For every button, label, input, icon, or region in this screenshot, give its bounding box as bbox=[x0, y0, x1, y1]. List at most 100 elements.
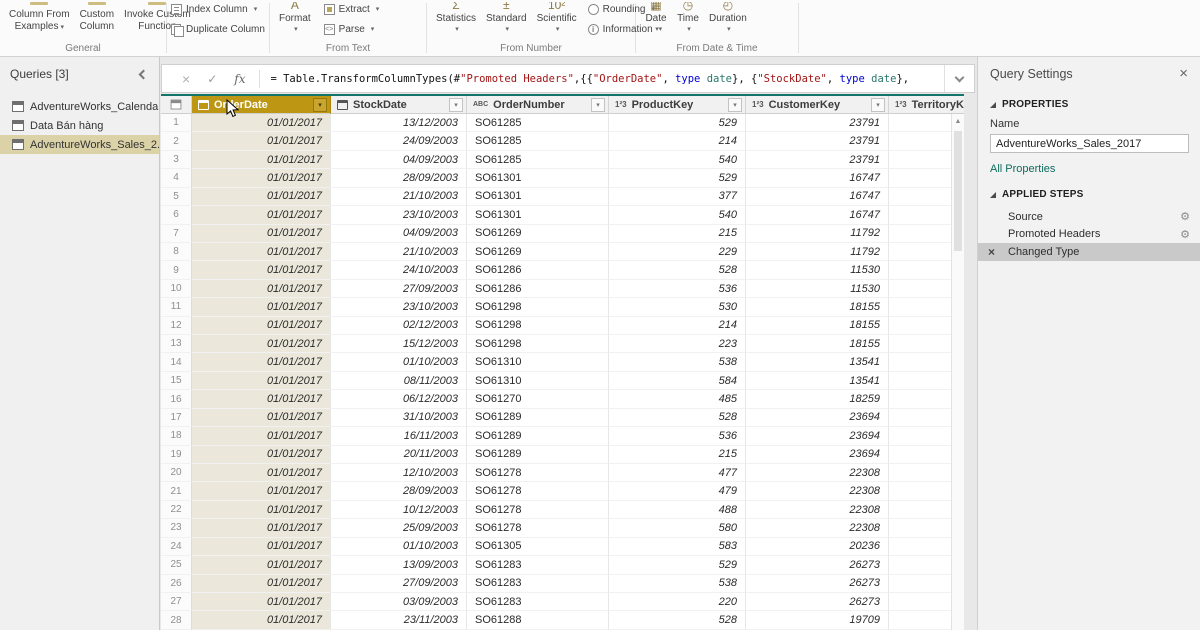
cell[interactable]: 538 bbox=[609, 353, 746, 372]
cell[interactable]: 01/01/2017 bbox=[192, 445, 331, 465]
row-number[interactable]: 28 bbox=[161, 611, 192, 630]
row-number[interactable]: 5 bbox=[161, 187, 192, 207]
cell[interactable]: 22308 bbox=[746, 464, 889, 483]
cell[interactable]: 01/01/2017 bbox=[192, 482, 331, 501]
cell[interactable]: 24/09/2003 bbox=[331, 132, 467, 151]
formula-text[interactable]: = Table.TransformColumnTypes(#"Promoted … bbox=[260, 73, 944, 85]
cell[interactable]: SO61269 bbox=[467, 242, 609, 262]
cell[interactable]: SO61301 bbox=[467, 169, 609, 188]
cell[interactable]: 03/09/2003 bbox=[331, 592, 467, 612]
cell[interactable]: 529 bbox=[609, 114, 746, 133]
cell[interactable]: 01/01/2017 bbox=[192, 464, 331, 483]
row-number[interactable]: 12 bbox=[161, 316, 192, 336]
cell[interactable]: 19709 bbox=[746, 611, 889, 630]
cell[interactable]: SO61289 bbox=[467, 427, 609, 446]
number-type-icon[interactable]: 1²3 bbox=[615, 100, 627, 109]
cell[interactable]: SO61283 bbox=[467, 574, 609, 593]
cell[interactable]: SO61278 bbox=[467, 464, 609, 483]
statistics-button[interactable]: Statistics ▾ bbox=[431, 1, 481, 43]
cell[interactable]: 28/09/2003 bbox=[331, 169, 467, 188]
select-all-corner[interactable] bbox=[161, 96, 192, 114]
scrollbar-thumb[interactable] bbox=[954, 131, 962, 251]
cell[interactable]: 18259 bbox=[746, 390, 889, 409]
cell[interactable]: 01/01/2017 bbox=[192, 335, 331, 354]
column-from-examples-button[interactable]: Column From Examples ▾ bbox=[4, 1, 75, 43]
number-type-icon[interactable]: 1²3 bbox=[895, 100, 907, 109]
cell[interactable]: 540 bbox=[609, 206, 746, 225]
cancel-icon[interactable]: × bbox=[182, 71, 190, 87]
cell[interactable]: 01/01/2017 bbox=[192, 169, 331, 188]
cell[interactable]: 229 bbox=[609, 242, 746, 262]
cell[interactable]: SO61286 bbox=[467, 279, 609, 299]
cell[interactable]: 11792 bbox=[746, 242, 889, 262]
cell[interactable]: 01/01/2017 bbox=[192, 519, 331, 538]
cell[interactable]: 18155 bbox=[746, 316, 889, 336]
query-item-adventureworks-sales-2017[interactable]: AdventureWorks_Sales_2... bbox=[0, 135, 159, 154]
cell[interactable]: 20/11/2003 bbox=[331, 445, 467, 465]
cell[interactable]: SO61301 bbox=[467, 206, 609, 225]
cell[interactable]: 01/01/2017 bbox=[192, 242, 331, 262]
cell[interactable]: SO61285 bbox=[467, 114, 609, 133]
cell[interactable]: SO61298 bbox=[467, 316, 609, 336]
cell[interactable]: 22308 bbox=[746, 519, 889, 538]
cell[interactable]: 23791 bbox=[746, 132, 889, 151]
gear-icon[interactable]: ⚙ bbox=[1180, 210, 1190, 223]
applied-steps-section-header[interactable]: APPLIED STEPS bbox=[978, 175, 1200, 206]
cell[interactable]: 12/10/2003 bbox=[331, 464, 467, 483]
cell[interactable]: 01/01/2017 bbox=[192, 592, 331, 612]
cell[interactable]: 528 bbox=[609, 261, 746, 280]
formula-expand-button[interactable] bbox=[944, 65, 974, 92]
date-button[interactable]: Date ▾ bbox=[640, 1, 672, 43]
row-number[interactable]: 13 bbox=[161, 335, 192, 354]
cell[interactable]: 04/09/2003 bbox=[331, 150, 467, 170]
cell[interactable]: 584 bbox=[609, 371, 746, 391]
close-icon[interactable]: × bbox=[1179, 66, 1188, 81]
cell[interactable]: 220 bbox=[609, 592, 746, 612]
cell[interactable]: 20236 bbox=[746, 537, 889, 557]
cell[interactable]: 21/10/2003 bbox=[331, 242, 467, 262]
row-number[interactable]: 2 bbox=[161, 132, 192, 151]
time-button[interactable]: Time ▾ bbox=[672, 1, 704, 43]
custom-column-button[interactable]: Custom Column bbox=[75, 1, 119, 43]
cell[interactable]: 27/09/2003 bbox=[331, 279, 467, 299]
cell[interactable]: 18155 bbox=[746, 298, 889, 317]
cell[interactable]: SO61289 bbox=[467, 445, 609, 465]
cell[interactable]: 540 bbox=[609, 150, 746, 170]
filter-button[interactable]: ▾ bbox=[728, 97, 742, 112]
cell[interactable]: 528 bbox=[609, 408, 746, 428]
cell[interactable]: 529 bbox=[609, 169, 746, 188]
date-type-icon[interactable] bbox=[198, 99, 209, 110]
cell[interactable]: SO61283 bbox=[467, 556, 609, 575]
cell[interactable]: 215 bbox=[609, 224, 746, 243]
date-type-icon[interactable] bbox=[337, 99, 348, 110]
cell[interactable]: SO61310 bbox=[467, 353, 609, 372]
cell[interactable]: 26273 bbox=[746, 556, 889, 575]
cell[interactable]: SO61288 bbox=[467, 611, 609, 630]
cell[interactable]: 11530 bbox=[746, 261, 889, 280]
row-number[interactable]: 10 bbox=[161, 279, 192, 299]
cell[interactable]: 214 bbox=[609, 132, 746, 151]
cell[interactable]: 24/10/2003 bbox=[331, 261, 467, 280]
cell[interactable]: 01/01/2017 bbox=[192, 316, 331, 336]
scientific-button[interactable]: Scientific ▾ bbox=[532, 1, 582, 43]
cell[interactable]: 22308 bbox=[746, 500, 889, 520]
row-number[interactable]: 8 bbox=[161, 242, 192, 262]
cell[interactable]: SO61298 bbox=[467, 335, 609, 354]
fx-icon[interactable]: fx bbox=[234, 72, 245, 86]
column-header-stockdate[interactable]: StockDate ▾ bbox=[331, 96, 467, 114]
row-number[interactable]: 16 bbox=[161, 390, 192, 409]
row-number[interactable]: 6 bbox=[161, 206, 192, 225]
row-number[interactable]: 4 bbox=[161, 169, 192, 188]
cell[interactable]: 528 bbox=[609, 611, 746, 630]
cell[interactable]: 529 bbox=[609, 556, 746, 575]
cell[interactable]: 583 bbox=[609, 537, 746, 557]
row-number[interactable]: 1 bbox=[161, 114, 192, 133]
extract-button[interactable]: Extract ▾ bbox=[323, 3, 379, 16]
cell[interactable]: SO61269 bbox=[467, 224, 609, 243]
cell[interactable]: 215 bbox=[609, 445, 746, 465]
cell[interactable]: 01/01/2017 bbox=[192, 132, 331, 151]
cell[interactable]: 16/11/2003 bbox=[331, 427, 467, 446]
cell[interactable]: 01/10/2003 bbox=[331, 353, 467, 372]
cell[interactable]: 01/01/2017 bbox=[192, 611, 331, 630]
cell[interactable]: 01/01/2017 bbox=[192, 279, 331, 299]
